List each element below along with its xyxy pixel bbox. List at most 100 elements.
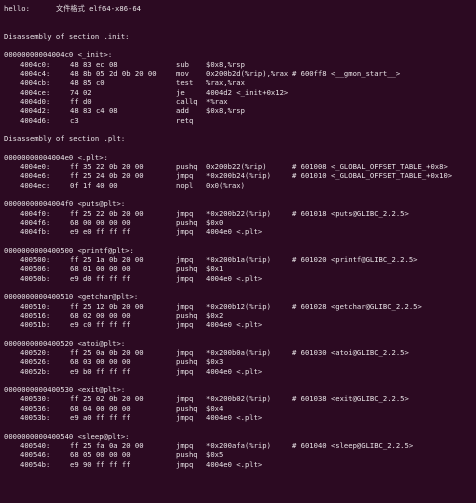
file-name-label: hello: <box>4 4 30 13</box>
instruction-mnemonic: je <box>176 87 185 97</box>
instruction-operands: 4004e0 <.plt> <box>206 227 263 237</box>
instruction-address: 40053b: <box>20 413 51 423</box>
instruction-address: 400520: <box>20 347 51 357</box>
terminal-output: hello: 文件格式 elf64-x86-64 Disassembly of … <box>0 0 476 503</box>
function-header: 0000000000400510 <getchar@plt>: <box>0 292 476 301</box>
instruction-operands: *0x200b0a(%rip) <box>206 347 271 357</box>
instruction-bytes: e9 90 ff ff ff <box>70 459 131 469</box>
instruction-operands: *%rax <box>206 96 228 106</box>
instruction-address: 4004c4: <box>20 69 51 79</box>
instruction-address: 400536: <box>20 403 51 413</box>
instruction-mnemonic: jmpq <box>176 208 194 218</box>
instruction-bytes: 74 02 <box>70 87 92 97</box>
instruction-mnemonic: add <box>176 106 189 116</box>
instruction-row: 4004d6: c3 retq <box>0 116 476 125</box>
instruction-address: 4004e0: <box>20 162 51 172</box>
instruction-comment: # 601010 <_GLOBAL_OFFSET_TABLE_+0x10> <box>292 171 453 181</box>
instruction-row: 40051b: e9 c0 ff ff ff jmpq 4004e0 <.plt> <box>0 320 476 329</box>
function-header-text: 0000000000400520 <atoi@plt>: <box>4 338 126 348</box>
instruction-bytes: ff 25 22 0b 20 00 <box>70 208 144 218</box>
instruction-row: 40054b: e9 90 ff ff ff jmpq 4004e0 <.plt> <box>0 460 476 469</box>
instruction-address: 400500: <box>20 255 51 265</box>
instruction-row: 4004e0: ff 35 22 0b 20 00 pushq 0x200b22(%r… <box>0 162 476 171</box>
instruction-operands: 4004d2 <_init+0x12> <box>206 87 289 97</box>
instruction-bytes: 48 83 ec 08 <box>70 59 118 69</box>
instruction-mnemonic: jmpq <box>176 413 194 423</box>
instruction-comment: # 601008 <_GLOBAL_OFFSET_TABLE_+0x8> <box>292 162 448 172</box>
instruction-operands: *0x200b1a(%rip) <box>206 255 271 265</box>
instruction-row: 400536: 68 04 00 00 00 pushq $0x4 <box>0 404 476 413</box>
instruction-bytes: ff 25 24 0b 20 00 <box>70 171 144 181</box>
instruction-bytes: 68 03 00 00 00 <box>70 357 131 367</box>
instruction-row: 400510: ff 25 12 0b 20 00 jmpq *0x200b12(%r… <box>0 302 476 311</box>
instruction-operands: $0x2 <box>206 310 224 320</box>
instruction-bytes: 68 04 00 00 00 <box>70 403 131 413</box>
instruction-mnemonic: jmpq <box>176 171 194 181</box>
instruction-address: 40052b: <box>20 366 51 376</box>
instruction-address: 4004f6: <box>20 217 51 227</box>
instruction-operands: *0x200afa(%rip) <box>206 440 271 450</box>
instruction-mnemonic: jmpq <box>176 440 194 450</box>
instruction-row: 40053b: e9 a0 ff ff ff jmpq 4004e0 <.plt> <box>0 413 476 422</box>
instruction-bytes: 68 01 00 00 00 <box>70 264 131 274</box>
function-header: 0000000000400530 <exit@plt>: <box>0 385 476 394</box>
file-format-value: 文件格式 elf64-x86-64 <box>56 4 142 13</box>
instruction-address: 4004cb: <box>20 78 51 88</box>
instruction-mnemonic: nopl <box>176 180 194 190</box>
function-header-text: 0000000000400510 <getchar@plt>: <box>4 292 139 302</box>
function-header-text: 00000000004004e0 <.plt>: <box>4 152 108 162</box>
instruction-bytes: c3 <box>70 115 79 125</box>
instruction-address: 4004e6: <box>20 171 51 181</box>
instruction-row: 4004f6: 68 00 00 00 00 pushq $0x0 <box>0 218 476 227</box>
instruction-address: 4004d2: <box>20 106 51 116</box>
disassembly-listing: Disassembly of section .init: 00000000004… <box>0 13 476 478</box>
instruction-address: 400540: <box>20 440 51 450</box>
instruction-mnemonic: pushq <box>176 403 198 413</box>
instruction-mnemonic: pushq <box>176 264 198 274</box>
instruction-bytes: 0f 1f 40 00 <box>70 180 118 190</box>
instruction-mnemonic: jmpq <box>176 301 194 311</box>
instruction-comment: # 601028 <getchar@GLIBC_2.2.5> <box>292 301 422 311</box>
instruction-operands: $0x5 <box>206 450 224 460</box>
instruction-address: 40051b: <box>20 320 51 330</box>
instruction-row: 40052b: e9 b0 ff ff ff jmpq 4004e0 <.plt> <box>0 367 476 376</box>
instruction-mnemonic: pushq <box>176 162 198 172</box>
instruction-address: 4004ce: <box>20 87 51 97</box>
instruction-bytes: e9 d0 ff ff ff <box>70 273 131 283</box>
instruction-mnemonic: jmpq <box>176 459 194 469</box>
instruction-bytes: 48 83 c4 08 <box>70 106 118 116</box>
function-header: 0000000000400540 <sleep@plt>: <box>0 432 476 441</box>
instruction-row: 400500: ff 25 1a 0b 20 00 jmpq *0x200b1a(%r… <box>0 255 476 264</box>
instruction-operands: $0x3 <box>206 357 224 367</box>
instruction-address: 4004f0: <box>20 208 51 218</box>
instruction-bytes: 68 05 00 00 00 <box>70 450 131 460</box>
instruction-mnemonic: pushq <box>176 217 198 227</box>
instruction-row: 400526: 68 03 00 00 00 pushq $0x3 <box>0 357 476 366</box>
instruction-operands: 0x0(%rax) <box>206 180 245 190</box>
function-header: 00000000004004c0 <_init>: <box>0 50 476 59</box>
instruction-operands: $0x1 <box>206 264 224 274</box>
instruction-row: 4004c4: 48 8b 05 2d 0b 20 00 mov 0x200b2d(%… <box>0 69 476 78</box>
instruction-bytes: e9 b0 ff ff ff <box>70 366 131 376</box>
instruction-mnemonic: pushq <box>176 310 198 320</box>
function-header-text: 00000000004004f0 <puts@plt>: <box>4 199 126 209</box>
instruction-comment: # 601038 <exit@GLIBC_2.2.5> <box>292 394 409 404</box>
instruction-mnemonic: callq <box>176 96 198 106</box>
instruction-bytes: ff d0 <box>70 96 92 106</box>
section-title-text: Disassembly of section .init: <box>4 31 130 41</box>
instruction-address: 400506: <box>20 264 51 274</box>
function-header: 00000000004004e0 <.plt>: <box>0 153 476 162</box>
instruction-row: 4004c0: 48 83 ec 08 sub $0x8,%rsp <box>0 60 476 69</box>
instruction-comment: # 601020 <printf@GLIBC_2.2.5> <box>292 255 418 265</box>
instruction-row: 4004cb: 48 85 c0 test %rax,%rax <box>0 78 476 87</box>
instruction-row: 4004e6: ff 25 24 0b 20 00 jmpq *0x200b24(%r… <box>0 171 476 180</box>
instruction-address: 4004d6: <box>20 115 51 125</box>
instruction-operands: 0x200b22(%rip) <box>206 162 267 172</box>
instruction-address: 400530: <box>20 394 51 404</box>
instruction-address: 4004ec: <box>20 180 51 190</box>
